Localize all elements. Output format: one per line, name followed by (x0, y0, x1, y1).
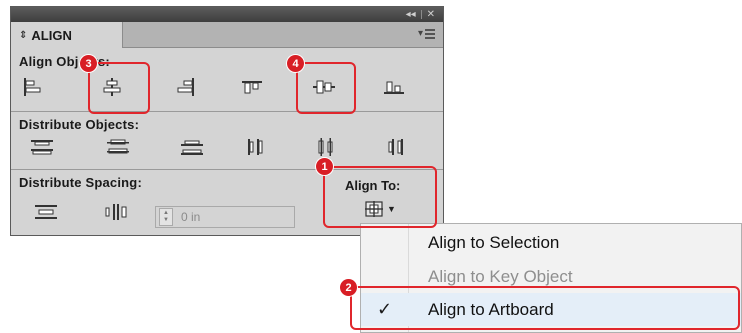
horizontal-distribute-space-icon[interactable] (101, 200, 131, 224)
titlebar-separator (420, 10, 422, 19)
vertical-distribute-bottom-icon[interactable] (177, 135, 207, 159)
close-panel-button[interactable]: ✕ (427, 9, 435, 20)
tab-expand-icon[interactable]: ⇕ (19, 30, 27, 41)
tab-row: ⇕ ALIGN ▾ (11, 22, 443, 48)
callout-highlight-4 (296, 62, 356, 114)
callout-badge-3: 3 (80, 55, 97, 72)
distribute-objects-label: Distribute Objects: (19, 117, 140, 132)
vertical-distribute-center-icon[interactable] (103, 135, 133, 159)
callout-highlight-2 (350, 286, 740, 330)
horizontal-distribute-left-icon[interactable] (241, 135, 271, 159)
menu-item-align-to-selection[interactable]: Align to Selection (361, 226, 741, 259)
vertical-align-bottom-icon[interactable] (379, 75, 409, 99)
horizontal-align-left-icon[interactable] (17, 75, 47, 99)
horizontal-distribute-right-icon[interactable] (381, 135, 411, 159)
distribute-spacing-label: Distribute Spacing: (19, 175, 142, 190)
menu-item-label: Align to Key Object (428, 266, 573, 286)
stepper-up-icon[interactable]: ▲ (163, 210, 169, 217)
vertical-distribute-space-icon[interactable] (31, 200, 61, 224)
callout-badge-1: 1 (316, 158, 333, 175)
vertical-distribute-top-icon[interactable] (27, 135, 57, 159)
section-divider (11, 111, 443, 112)
tab-align-label: ALIGN (31, 27, 72, 43)
callout-highlight-1 (323, 166, 437, 228)
menu-item-label: Align to Selection (428, 232, 560, 252)
horizontal-distribute-center-icon[interactable] (311, 135, 341, 159)
spacing-stepper[interactable]: ▲ ▼ (159, 208, 173, 226)
tab-align[interactable]: ⇕ ALIGN (11, 22, 123, 48)
horizontal-align-right-icon[interactable] (171, 75, 201, 99)
panel-menu-arrow-icon: ▾ (417, 28, 423, 39)
callout-badge-2: 2 (340, 279, 357, 296)
spacing-input[interactable]: ▲ ▼ 0 in (155, 206, 295, 228)
spacing-value[interactable]: 0 in (181, 210, 200, 224)
panel-menu-button[interactable]: ▾ (418, 28, 435, 39)
panel-menu-icon (425, 28, 435, 39)
stepper-down-icon[interactable]: ▼ (163, 217, 169, 224)
panel-titlebar: ◂◂ ✕ (11, 7, 443, 22)
callout-badge-4: 4 (287, 55, 304, 72)
callout-highlight-3 (88, 62, 150, 114)
vertical-align-top-icon[interactable] (237, 75, 267, 99)
collapse-panel-button[interactable]: ◂◂ (406, 9, 416, 20)
